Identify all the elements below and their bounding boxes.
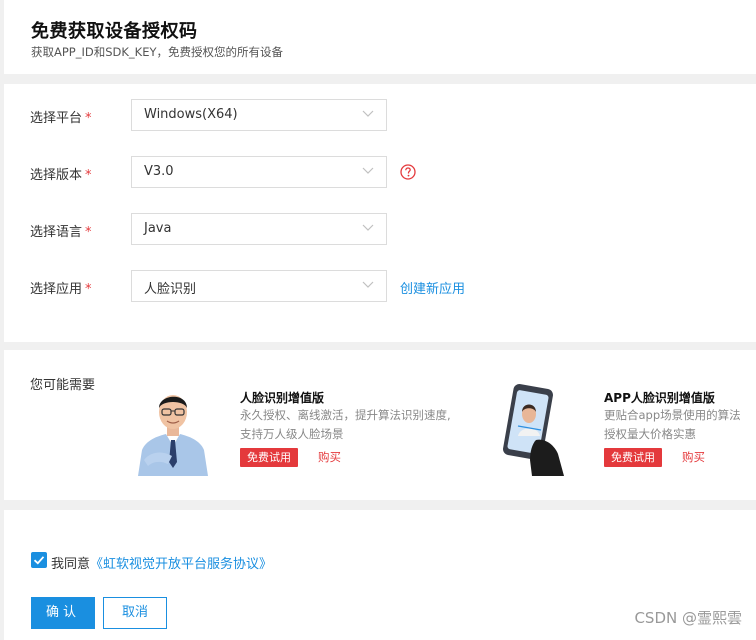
page-title: 免费获取设备授权码 [31, 21, 198, 42]
form-row-version: 选择版本 * V3.0 [4, 156, 756, 188]
confirm-button[interactable]: 确认 [31, 597, 95, 629]
free-trial-button[interactable]: 免费试用 [240, 448, 298, 467]
cancel-button[interactable]: 取消 [103, 597, 167, 629]
language-select[interactable]: Java [131, 213, 387, 245]
businessman-image [132, 380, 214, 476]
header-card: 免费获取设备授权码 获取APP_ID和SDK_KEY，免费授权您的所有设备 [4, 0, 756, 74]
free-trial-button[interactable]: 免费试用 [604, 448, 662, 467]
version-label: 选择版本 * [30, 168, 92, 183]
version-select[interactable]: V3.0 [131, 156, 387, 188]
required-mark: * [85, 168, 92, 183]
version-select-value: V3.0 [144, 164, 174, 179]
app-label: 选择应用 * [30, 282, 92, 297]
form-row-app: 选择应用 * 人脸识别 创建新应用 [4, 270, 756, 302]
product-desc: 支持万人级人脸场景 [240, 427, 344, 441]
buy-link[interactable]: 购买 [318, 449, 341, 465]
product-desc: 永久授权、离线激活，提升算法识别速度, [240, 408, 451, 422]
recommend-label: 您可能需要 [30, 378, 96, 393]
required-mark: * [85, 111, 92, 126]
help-icon[interactable] [400, 164, 416, 180]
phone-face-image [494, 380, 576, 476]
form-row-platform: 选择平台 * Windows(X64) [4, 99, 756, 131]
agree-text: 我同意《虹软视觉开放平台服务协议》 [51, 557, 273, 572]
agreement-link[interactable]: 《虹软视觉开放平台服务协议》 [90, 557, 272, 572]
product-desc: 更贴合app场景使用的算法 [604, 408, 741, 422]
product-title: APP人脸识别增值版 [604, 391, 715, 405]
required-mark: * [85, 225, 92, 240]
app-select-value: 人脸识别 [144, 282, 197, 297]
buy-link[interactable]: 购买 [682, 449, 705, 465]
product-desc: 授权量大价格实惠 [604, 427, 696, 441]
form-row-language: 选择语言 * Java [4, 213, 756, 245]
platform-select[interactable]: Windows(X64) [131, 99, 387, 131]
page-subtitle: 获取APP_ID和SDK_KEY，免费授权您的所有设备 [31, 45, 284, 59]
chevron-down-icon [362, 224, 374, 231]
product-title: 人脸识别增值版 [240, 391, 325, 405]
recommend-card: 您可能需要 人脸识别增值版 永久授权、离线激活，提升算法识别速度, 支持万人级人… [4, 350, 756, 500]
language-label: 选择语言 * [30, 225, 92, 240]
language-select-value: Java [144, 221, 172, 236]
chevron-down-icon [362, 110, 374, 117]
app-select[interactable]: 人脸识别 [131, 270, 387, 302]
platform-label: 选择平台 * [30, 111, 92, 126]
chevron-down-icon [362, 281, 374, 288]
required-mark: * [85, 282, 92, 297]
form-card: 选择平台 * Windows(X64) 选择版本 * V3.0 选择语言 * Java… [4, 84, 756, 342]
watermark: CSDN @霊熙雲 [634, 609, 742, 627]
platform-select-value: Windows(X64) [144, 107, 238, 122]
agree-checkbox[interactable] [31, 552, 47, 568]
check-icon [33, 556, 45, 565]
create-app-link[interactable]: 创建新应用 [400, 278, 465, 297]
chevron-down-icon [362, 167, 374, 174]
